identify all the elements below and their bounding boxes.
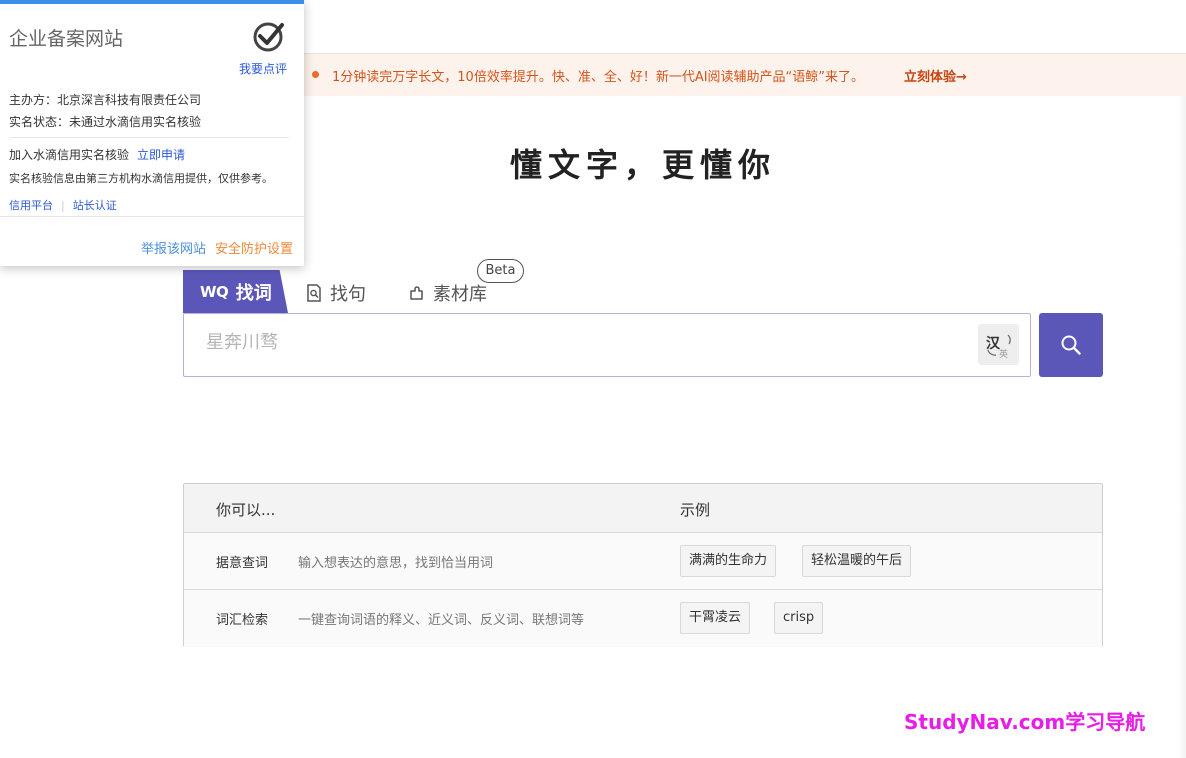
search-box: 汉 英 xyxy=(183,313,1031,377)
tab-find-sentences-label: 找句 xyxy=(330,284,366,305)
verified-check-icon xyxy=(253,22,284,52)
example-chip[interactable]: 干霄凌云 xyxy=(680,602,751,634)
header-examples: 示例 xyxy=(680,501,711,519)
popup-links: 信用平台 | 站长认证 xyxy=(9,197,117,213)
row-feature-desc: 一键查询词语的释义、近义词、反义词、联想词等 xyxy=(298,613,585,628)
row-feature-name: 据意查词 xyxy=(216,556,269,571)
banner-dot-icon xyxy=(312,71,319,78)
search-input[interactable] xyxy=(206,332,966,353)
tab-find-words-label: 找词 xyxy=(235,282,272,304)
tab-material-library[interactable]: 素材库 xyxy=(409,280,487,306)
popup-title: 企业备案网站 xyxy=(9,28,124,50)
example-chip[interactable]: 轻松温暖的午后 xyxy=(802,545,912,577)
puzzle-icon xyxy=(410,286,423,300)
join-verify-text: 加入水滴信用实名核验 xyxy=(9,148,130,162)
verify-note: 实名核验信息由第三方机构水滴信用提供，仅供参考。 xyxy=(9,172,273,185)
tab-find-words[interactable]: W Q 找词 xyxy=(183,270,288,313)
banner-try-link[interactable]: 立刻体验→ xyxy=(904,66,967,85)
site-info-popup: 企业备案网站 我要点评 主办方：北京深言科技有限责任公司 实名状态：未通过水滴信… xyxy=(0,0,304,266)
tab-material-library-label: 素材库 xyxy=(433,284,487,305)
example-chip[interactable]: crisp xyxy=(774,602,824,634)
credit-platform-link[interactable]: 信用平台 xyxy=(9,199,53,212)
sponsor-info: 主办方：北京深言科技有限责任公司 xyxy=(9,93,202,107)
studynav-watermark: StudyNav.com学习导航 xyxy=(904,710,1146,734)
popup-divider xyxy=(9,137,289,138)
link-separator: | xyxy=(61,199,65,212)
beta-badge: Beta xyxy=(477,259,524,283)
document-search-icon xyxy=(307,284,321,302)
table-header: 你可以... 示例 xyxy=(184,484,1102,533)
security-settings-link[interactable]: 安全防护设置 xyxy=(215,238,293,257)
header-you-can: 你可以... xyxy=(216,501,276,519)
review-link[interactable]: 我要点评 xyxy=(239,60,287,77)
popup-divider-bottom xyxy=(0,216,304,217)
wantwords-logo-icon: W Q xyxy=(200,282,229,301)
row-feature-name: 词汇检索 xyxy=(216,613,269,628)
row-feature-desc: 输入想表达的意思，找到恰当用词 xyxy=(298,556,494,571)
usage-table: 你可以... 示例 据意查词 输入想表达的意思，找到恰当用词 满满的生命力 轻松… xyxy=(183,483,1103,647)
banner-text: 1分钟读完万字长文，10倍效率提升。快、准、全、好！新一代AI阅读辅助产品“语鲸… xyxy=(332,70,865,85)
verify-status: 实名状态：未通过水滴信用实名核验 xyxy=(9,115,202,129)
language-switch-icon xyxy=(987,334,1011,356)
owner-verify-link[interactable]: 站长认证 xyxy=(73,199,117,212)
language-switch-button[interactable]: 汉 英 xyxy=(978,324,1019,365)
report-site-link[interactable]: 举报该网站 xyxy=(141,238,206,257)
search-icon xyxy=(1061,335,1081,355)
apply-link[interactable]: 立即申请 xyxy=(137,148,185,162)
example-chip[interactable]: 满满的生命力 xyxy=(680,545,777,577)
table-row: 据意查词 输入想表达的意思，找到恰当用词 满满的生命力 轻松温暖的午后 xyxy=(184,533,1102,590)
table-row: 词汇检索 一键查询词语的释义、近义词、反义词、联想词等 干霄凌云 crisp xyxy=(184,590,1102,647)
search-button[interactable] xyxy=(1039,313,1103,377)
join-verify-row: 加入水滴信用实名核验 立即申请 xyxy=(9,146,185,163)
tab-find-sentences[interactable]: 找句 xyxy=(306,280,366,306)
